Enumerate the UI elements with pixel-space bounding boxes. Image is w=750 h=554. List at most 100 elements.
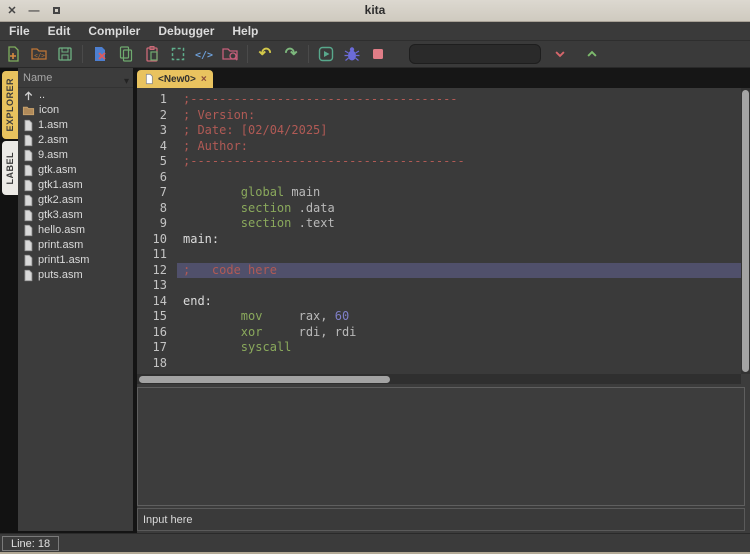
code-line[interactable]: 13 [137,278,741,294]
debug-icon [343,45,361,63]
toolbar-search-input[interactable] [409,44,541,64]
code-tags-button[interactable]: </> [192,43,216,65]
svg-text:</>: </> [195,50,213,61]
side-tab-explorer[interactable]: EXPLORER [2,71,18,139]
explorer-item--[interactable]: .. [18,88,133,103]
file-label: gtk.asm [38,163,77,178]
toolbar: </> </> ↶ ↷ [0,41,750,68]
code-line[interactable]: 6 [137,170,741,186]
code-editor[interactable]: 1;-------------------------------------2… [137,88,741,374]
redo-button[interactable]: ↷ [279,43,303,65]
editor-tabbar: <New0> × [137,68,750,88]
explorer-item-gtk-asm[interactable]: gtk.asm [18,163,133,178]
explorer-item-print1-asm[interactable]: print1.asm [18,253,133,268]
side-tab-label[interactable]: LABEL [2,141,18,195]
code-line[interactable]: 10main: [137,232,741,248]
explorer-item-puts-asm[interactable]: puts.asm [18,268,133,283]
code-line[interactable]: 8 section .data [137,201,741,217]
code-line[interactable]: 1;------------------------------------- [137,92,741,108]
find-prev-button[interactable] [581,44,603,64]
code-line[interactable]: 18 [137,356,741,372]
stop-button[interactable] [366,43,390,65]
copy-button[interactable] [114,43,138,65]
explorer-item-gtk3-asm[interactable]: gtk3.asm [18,208,133,223]
sort-arrow-icon[interactable]: ▾ [124,72,129,92]
code-text: ; code here [177,263,277,279]
code-text: main: [177,232,219,248]
line-number: 9 [137,216,177,232]
explorer-name-header[interactable]: Name ▾ [18,68,133,88]
chevron-down-icon [553,47,567,61]
code-line[interactable]: 3; Date: [02/04/2025] [137,123,741,139]
explorer-item-hello-asm[interactable]: hello.asm [18,223,133,238]
line-number: 5 [137,154,177,170]
code-line[interactable]: 11 [137,247,741,263]
tab-close-icon[interactable]: × [201,74,207,85]
open-file-button[interactable]: </> [27,43,51,65]
code-line[interactable]: 5;-------------------------------------- [137,154,741,170]
undo-button[interactable]: ↶ [253,43,277,65]
code-line[interactable]: 15 mov rax, 60 [137,309,741,325]
code-line[interactable]: 2; Version: [137,108,741,124]
line-number: 11 [137,247,177,263]
code-text: ; Version: [177,108,262,124]
folder-icon [22,104,35,117]
code-text: end: [177,294,212,310]
file-label: gtk1.asm [38,178,83,193]
select-all-button[interactable] [166,43,190,65]
line-number: 18 [137,356,177,372]
code-line[interactable]: 17 syscall [137,340,741,356]
line-number: 3 [137,123,177,139]
code-line[interactable]: 9 section .text [137,216,741,232]
explorer-item-1-asm[interactable]: 1.asm [18,118,133,133]
code-line-current[interactable]: 12; code here [137,263,741,279]
explorer-item-gtk1-asm[interactable]: gtk1.asm [18,178,133,193]
window-title: kita [0,3,750,17]
editor-hscrollbar[interactable] [137,374,741,384]
explorer-item-gtk2-asm[interactable]: gtk2.asm [18,193,133,208]
line-number: 8 [137,201,177,217]
explorer-item-9-asm[interactable]: 9.asm [18,148,133,163]
code-text: syscall [177,340,291,356]
menu-debugger[interactable]: Debugger [149,22,223,40]
explorer-item-print-asm[interactable]: print.asm [18,238,133,253]
find-in-files-button[interactable] [218,43,242,65]
paste-icon [143,45,161,63]
code-line[interactable]: 16 xor rdi, rdi [137,325,741,341]
debug-button[interactable] [340,43,364,65]
code-line[interactable]: 14end: [137,294,741,310]
vscroll-thumb[interactable] [742,90,749,372]
explorer-header-label: Name [23,72,52,84]
menu-edit[interactable]: Edit [39,22,80,40]
hscroll-thumb[interactable] [139,376,390,383]
code-line[interactable]: 4; Author: [137,139,741,155]
explorer-item-icon[interactable]: icon [18,103,133,118]
output-console[interactable] [137,387,745,506]
line-number: 1 [137,92,177,108]
redo-icon: ↷ [285,45,298,63]
new-file-button[interactable] [1,43,25,65]
menu-compiler[interactable]: Compiler [79,22,149,40]
program-input-field[interactable] [137,508,745,531]
file-icon [22,254,34,267]
menu-file[interactable]: File [0,22,39,40]
file-icon [22,269,34,282]
paste-button[interactable] [140,43,164,65]
run-button[interactable] [314,43,338,65]
run-icon [317,45,335,63]
cut-button[interactable] [88,43,112,65]
save-file-button[interactable] [53,43,77,65]
open-folder-icon: </> [30,45,48,63]
explorer-item-2-asm[interactable]: 2.asm [18,133,133,148]
editor-vscrollbar[interactable] [741,88,750,374]
line-number: 2 [137,108,177,124]
line-number: 12 [137,263,177,279]
chevron-up-icon [585,47,599,61]
file-label: gtk2.asm [38,193,83,208]
find-next-button[interactable] [549,44,571,64]
save-icon [56,45,74,63]
editor-tab-new0[interactable]: <New0> × [137,70,213,88]
code-text: section .text [177,216,335,232]
code-line[interactable]: 7 global main [137,185,741,201]
menu-help[interactable]: Help [223,22,267,40]
